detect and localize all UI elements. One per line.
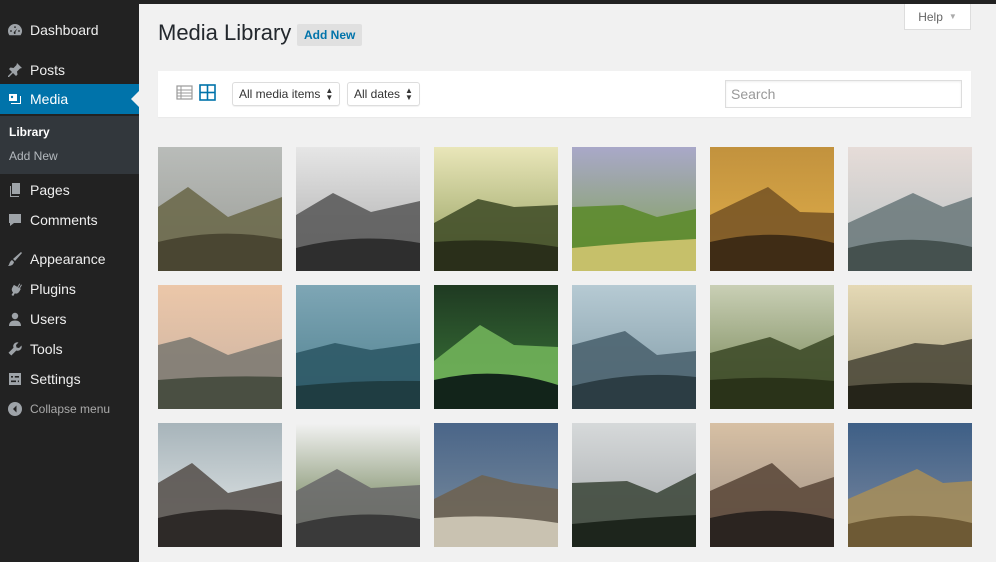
- grid-view-icon[interactable]: [199, 84, 216, 101]
- sidebar-item-label: Media: [30, 91, 69, 107]
- user-icon: [6, 310, 24, 328]
- admin-top-bar: [0, 0, 996, 4]
- sidebar-item-settings[interactable]: Settings: [0, 364, 139, 394]
- search-input[interactable]: [725, 80, 962, 108]
- collapse-menu-button[interactable]: Collapse menu: [0, 394, 139, 424]
- list-view-icon[interactable]: [176, 84, 193, 101]
- sidebar-item-label: Comments: [30, 212, 98, 228]
- media-thumbnail-waves-rock[interactable]: [158, 423, 282, 547]
- admin-sidebar: Dashboard Posts Media Library Add New Pa…: [0, 0, 139, 562]
- sidebar-item-posts[interactable]: Posts: [0, 55, 139, 85]
- date-filter[interactable]: All dates ▲ ▼: [347, 82, 420, 106]
- sidebar-item-dashboard[interactable]: Dashboard: [0, 15, 139, 45]
- media-thumbnail-cactus-orange[interactable]: [710, 147, 834, 271]
- collapse-arrow-icon: [6, 400, 24, 418]
- media-thumbnail-lake-teal[interactable]: [296, 285, 420, 409]
- media-thumbnail-road-plain[interactable]: [434, 423, 558, 547]
- media-icon: [6, 90, 24, 108]
- sidebar-item-label: Tools: [30, 341, 63, 357]
- submenu-add-new[interactable]: Add New: [9, 149, 58, 163]
- media-thumbnail-snow-trees[interactable]: [848, 147, 972, 271]
- media-type-filter[interactable]: All media items ▲ ▼: [232, 82, 341, 106]
- media-thumbnail-lake-mist[interactable]: [572, 285, 696, 409]
- media-thumbnail-snowy-peak[interactable]: [296, 423, 420, 547]
- sidebar-item-media[interactable]: Media: [0, 84, 139, 114]
- brush-icon: [6, 250, 24, 268]
- select-arrows-icon: ▲ ▼: [325, 86, 334, 102]
- sidebar-item-pages[interactable]: Pages: [0, 175, 139, 205]
- media-toolbar: All media items ▲ ▼ All dates ▲ ▼: [158, 71, 971, 117]
- pages-icon: [6, 181, 24, 199]
- media-thumbnail-cliff-dawn[interactable]: [158, 285, 282, 409]
- media-thumbnail-forest-sun[interactable]: [434, 147, 558, 271]
- collapse-menu-label: Collapse menu: [30, 402, 111, 416]
- sidebar-item-plugins[interactable]: Plugins: [0, 274, 139, 304]
- help-label: Help: [918, 9, 943, 24]
- sidebar-item-label: Appearance: [30, 251, 106, 267]
- sidebar-item-label: Dashboard: [30, 22, 99, 38]
- wrench-icon: [6, 340, 24, 358]
- media-thumbnail-cabin-hills[interactable]: [710, 285, 834, 409]
- media-thumbnail-green-hills[interactable]: [572, 147, 696, 271]
- media-submenu: Library Add New: [0, 116, 139, 174]
- sidebar-item-appearance[interactable]: Appearance: [0, 244, 139, 274]
- plugin-icon: [6, 280, 24, 298]
- sidebar-item-comments[interactable]: Comments: [0, 205, 139, 235]
- date-filter-value: All dates: [354, 87, 401, 101]
- dashboard-icon: [6, 21, 24, 39]
- page-title: Media Library: [158, 20, 292, 45]
- media-thumbnail-valley-sunset[interactable]: [848, 285, 972, 409]
- select-arrows-icon: ▲ ▼: [405, 86, 413, 102]
- comment-icon: [6, 211, 24, 229]
- sidebar-item-label: Posts: [30, 62, 66, 78]
- pin-icon: [6, 61, 24, 79]
- settings-icon: [6, 370, 24, 388]
- help-button[interactable]: Help ▼: [904, 4, 971, 30]
- sidebar-item-tools[interactable]: Tools: [0, 334, 139, 364]
- media-thumbnail-pine-fog[interactable]: [572, 423, 696, 547]
- sidebar-item-label: Settings: [30, 371, 81, 387]
- media-thumbnail-dune-sky[interactable]: [848, 423, 972, 547]
- add-new-button[interactable]: Add New: [297, 24, 363, 46]
- submenu-library[interactable]: Library: [9, 125, 50, 139]
- media-type-value: All media items: [239, 87, 321, 101]
- sidebar-item-label: Users: [30, 311, 67, 327]
- media-thumbnail-coast-rock[interactable]: [710, 423, 834, 547]
- media-thumbnail-meadow-fog[interactable]: [158, 147, 282, 271]
- caret-down-icon: ▼: [948, 12, 957, 21]
- sidebar-item-label: Plugins: [30, 281, 76, 297]
- media-thumbnail-bw-mountains[interactable]: [296, 147, 420, 271]
- sidebar-item-users[interactable]: Users: [0, 304, 139, 334]
- media-thumbnail-succulent[interactable]: [434, 285, 558, 409]
- sidebar-item-label: Pages: [30, 182, 70, 198]
